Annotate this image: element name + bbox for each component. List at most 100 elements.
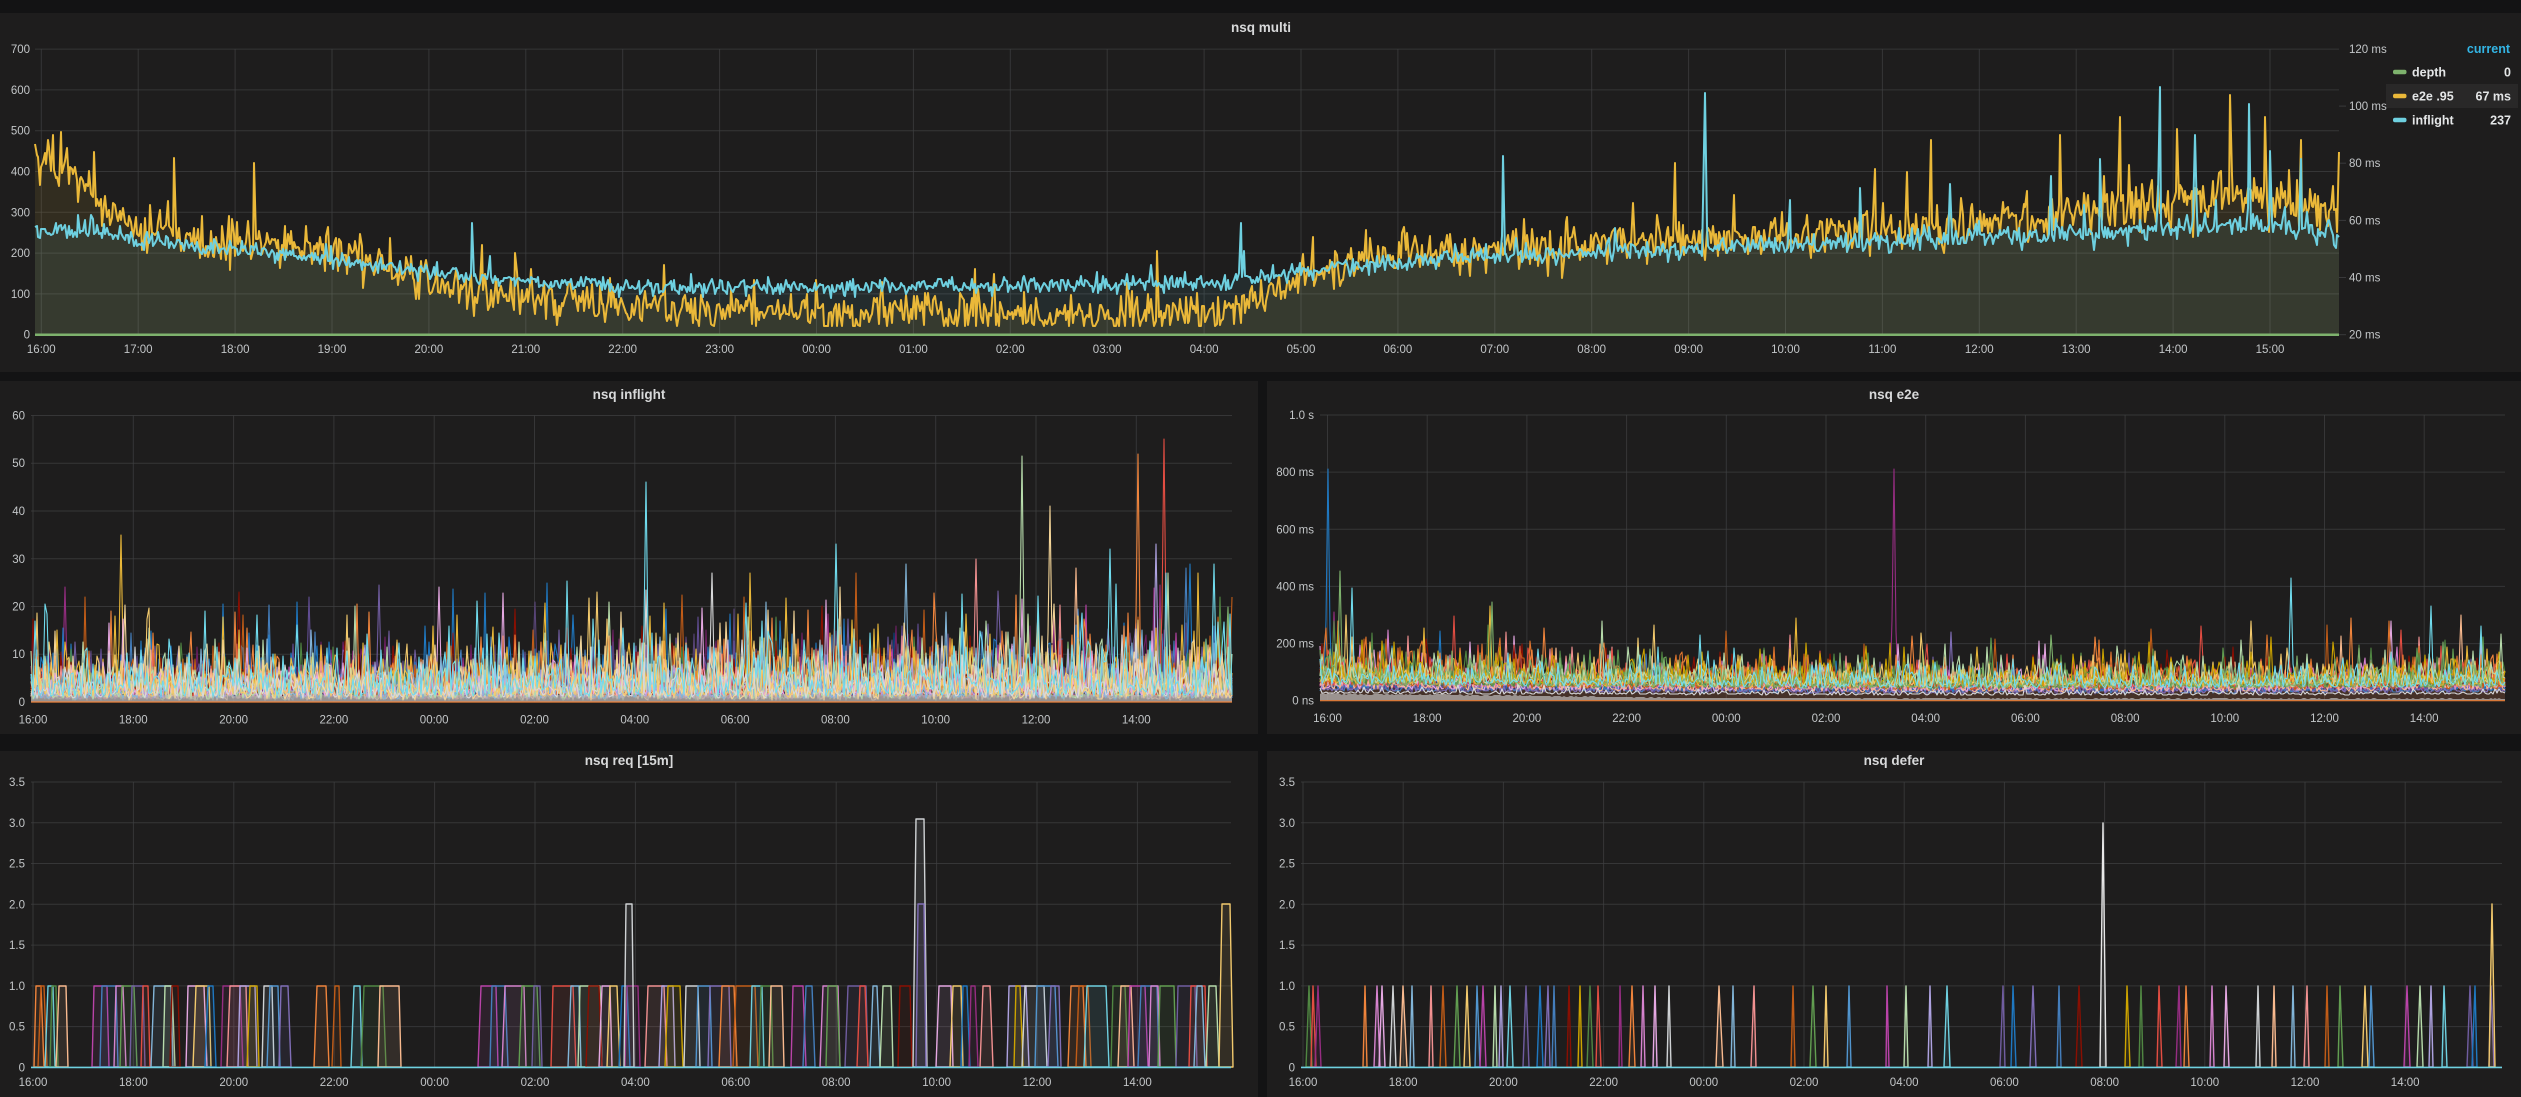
svg-text:14:00: 14:00 [2159, 344, 2188, 356]
svg-text:1.0 s: 1.0 s [1289, 410, 1314, 422]
svg-text:16:00: 16:00 [1313, 713, 1342, 725]
svg-text:18:00: 18:00 [119, 715, 148, 727]
svg-text:21:00: 21:00 [511, 344, 540, 356]
svg-text:nsq multi: nsq multi [1231, 20, 1291, 35]
svg-text:12:00: 12:00 [2310, 713, 2339, 725]
svg-text:0: 0 [19, 1062, 25, 1074]
svg-text:00:00: 00:00 [1689, 1077, 1718, 1089]
svg-text:06:00: 06:00 [721, 1077, 750, 1089]
svg-text:1.5: 1.5 [1279, 940, 1295, 952]
svg-text:23:00: 23:00 [705, 344, 734, 356]
svg-text:22:00: 22:00 [1612, 713, 1641, 725]
svg-text:04:00: 04:00 [620, 715, 649, 727]
svg-text:800 ms: 800 ms [1276, 467, 1314, 479]
svg-text:15:00: 15:00 [2256, 344, 2285, 356]
svg-text:60 ms: 60 ms [2349, 215, 2381, 227]
svg-text:03:00: 03:00 [1093, 344, 1122, 356]
svg-text:22:00: 22:00 [320, 715, 349, 727]
svg-text:00:00: 00:00 [420, 1077, 449, 1089]
svg-text:200 ms: 200 ms [1276, 639, 1314, 651]
svg-text:22:00: 22:00 [608, 344, 637, 356]
svg-text:04:00: 04:00 [1890, 1077, 1919, 1089]
svg-text:2.5: 2.5 [1279, 859, 1295, 871]
svg-text:0: 0 [19, 697, 25, 709]
svg-text:400 ms: 400 ms [1276, 581, 1314, 593]
svg-text:237: 237 [2490, 113, 2511, 127]
svg-text:06:00: 06:00 [721, 715, 750, 727]
svg-text:3.5: 3.5 [9, 777, 25, 789]
svg-text:3.5: 3.5 [1279, 777, 1295, 789]
svg-text:100 ms: 100 ms [2349, 101, 2387, 113]
svg-text:600: 600 [11, 84, 30, 96]
svg-text:02:00: 02:00 [1790, 1077, 1819, 1089]
svg-text:18:00: 18:00 [119, 1077, 148, 1089]
svg-text:20:00: 20:00 [1489, 1077, 1518, 1089]
svg-text:10:00: 10:00 [921, 715, 950, 727]
svg-text:600 ms: 600 ms [1276, 524, 1314, 536]
svg-text:06:00: 06:00 [2011, 713, 2040, 725]
svg-text:14:00: 14:00 [1122, 715, 1151, 727]
svg-text:05:00: 05:00 [1287, 344, 1316, 356]
svg-text:40 ms: 40 ms [2349, 272, 2381, 284]
svg-text:200: 200 [11, 248, 30, 260]
svg-text:100: 100 [11, 288, 30, 300]
svg-text:17:00: 17:00 [124, 344, 153, 356]
svg-text:14:00: 14:00 [2410, 713, 2439, 725]
svg-text:02:00: 02:00 [1812, 713, 1841, 725]
svg-text:06:00: 06:00 [1384, 344, 1413, 356]
svg-text:2.0: 2.0 [1279, 899, 1295, 911]
svg-text:11:00: 11:00 [1868, 344, 1896, 356]
svg-text:02:00: 02:00 [996, 344, 1025, 356]
svg-text:2.5: 2.5 [9, 859, 25, 871]
svg-text:00:00: 00:00 [802, 344, 831, 356]
svg-text:16:00: 16:00 [19, 715, 48, 727]
svg-text:07:00: 07:00 [1480, 344, 1509, 356]
svg-text:18:00: 18:00 [221, 344, 250, 356]
svg-text:20: 20 [12, 602, 25, 614]
svg-text:04:00: 04:00 [621, 1077, 650, 1089]
svg-text:00:00: 00:00 [420, 715, 449, 727]
svg-text:10: 10 [12, 649, 25, 661]
svg-text:nsq defer: nsq defer [1864, 753, 1926, 768]
svg-text:e2e .95: e2e .95 [2412, 89, 2454, 103]
svg-text:08:00: 08:00 [822, 1077, 851, 1089]
svg-text:1.0: 1.0 [1279, 981, 1295, 993]
svg-text:current: current [2467, 42, 2511, 56]
svg-text:16:00: 16:00 [1289, 1077, 1318, 1089]
svg-text:09:00: 09:00 [1674, 344, 1703, 356]
svg-text:18:00: 18:00 [1413, 713, 1442, 725]
svg-text:20:00: 20:00 [219, 715, 248, 727]
svg-text:20:00: 20:00 [219, 1077, 248, 1089]
svg-text:120 ms: 120 ms [2349, 43, 2387, 55]
svg-text:80 ms: 80 ms [2349, 158, 2381, 170]
svg-text:12:00: 12:00 [1022, 715, 1051, 727]
svg-text:19:00: 19:00 [318, 344, 347, 356]
svg-text:700: 700 [11, 44, 30, 56]
svg-text:10:00: 10:00 [922, 1077, 951, 1089]
svg-text:40: 40 [12, 506, 25, 518]
svg-text:18:00: 18:00 [1389, 1077, 1418, 1089]
svg-text:16:00: 16:00 [19, 1077, 48, 1089]
svg-text:12:00: 12:00 [1965, 344, 1994, 356]
svg-text:2.0: 2.0 [9, 899, 25, 911]
svg-text:10:00: 10:00 [2210, 713, 2239, 725]
svg-text:20:00: 20:00 [1513, 713, 1542, 725]
svg-text:01:00: 01:00 [899, 344, 928, 356]
svg-text:08:00: 08:00 [821, 715, 850, 727]
svg-text:14:00: 14:00 [2391, 1077, 2420, 1089]
svg-text:22:00: 22:00 [1589, 1077, 1618, 1089]
svg-text:400: 400 [11, 166, 30, 178]
svg-text:04:00: 04:00 [1911, 713, 1940, 725]
svg-text:inflight: inflight [2412, 113, 2454, 127]
svg-text:04:00: 04:00 [1190, 344, 1219, 356]
svg-text:0.5: 0.5 [9, 1022, 25, 1034]
svg-text:0 ns: 0 ns [1292, 696, 1314, 708]
svg-text:nsq e2e: nsq e2e [1869, 387, 1920, 402]
svg-text:1.0: 1.0 [9, 981, 25, 993]
svg-text:500: 500 [11, 125, 30, 137]
svg-text:02:00: 02:00 [520, 715, 549, 727]
svg-text:0: 0 [24, 329, 30, 341]
svg-text:3.0: 3.0 [1279, 818, 1295, 830]
svg-text:0: 0 [1289, 1062, 1295, 1074]
svg-text:08:00: 08:00 [2111, 713, 2140, 725]
